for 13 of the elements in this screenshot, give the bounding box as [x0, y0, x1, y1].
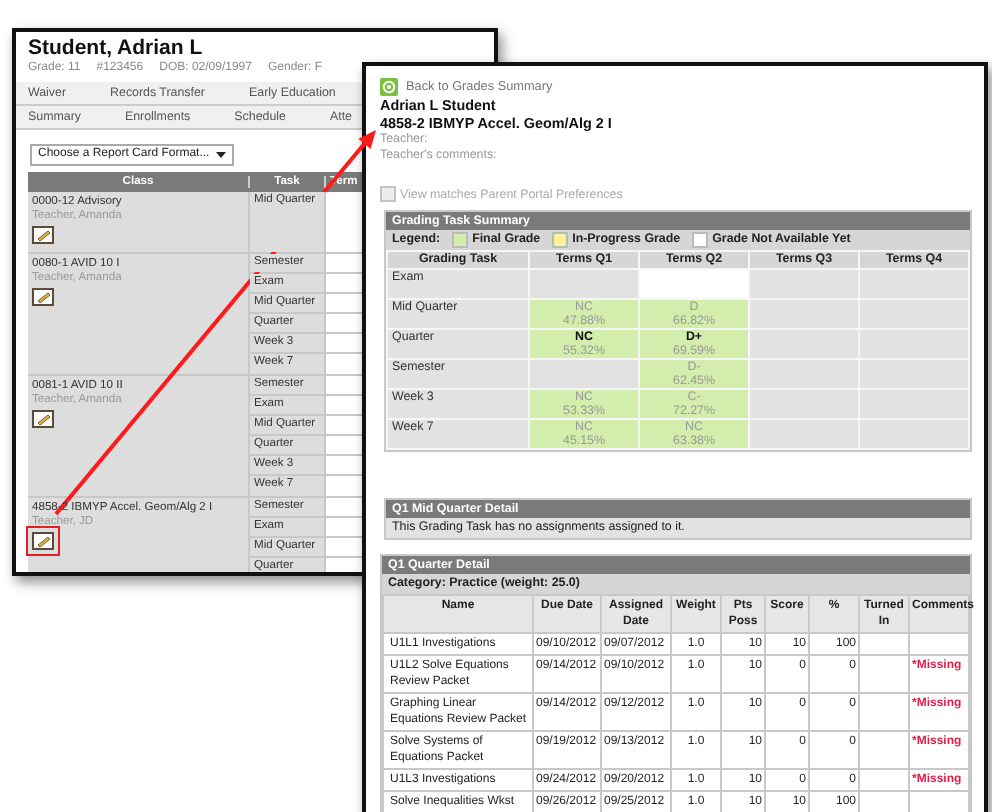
edit-icon[interactable] — [32, 226, 54, 244]
edit-icon[interactable] — [32, 410, 54, 428]
caret-icon — [215, 151, 226, 157]
table-cell — [859, 731, 909, 769]
edit-icon[interactable] — [32, 288, 54, 306]
circle-icon — [380, 78, 398, 96]
table-cell — [859, 633, 909, 655]
edit-icon[interactable] — [32, 532, 54, 550]
student-name: Student, Adrian L — [28, 36, 205, 60]
table-cell — [859, 655, 909, 693]
grade-cell — [749, 269, 859, 299]
table-cell — [859, 693, 909, 731]
table-cell — [859, 769, 909, 791]
